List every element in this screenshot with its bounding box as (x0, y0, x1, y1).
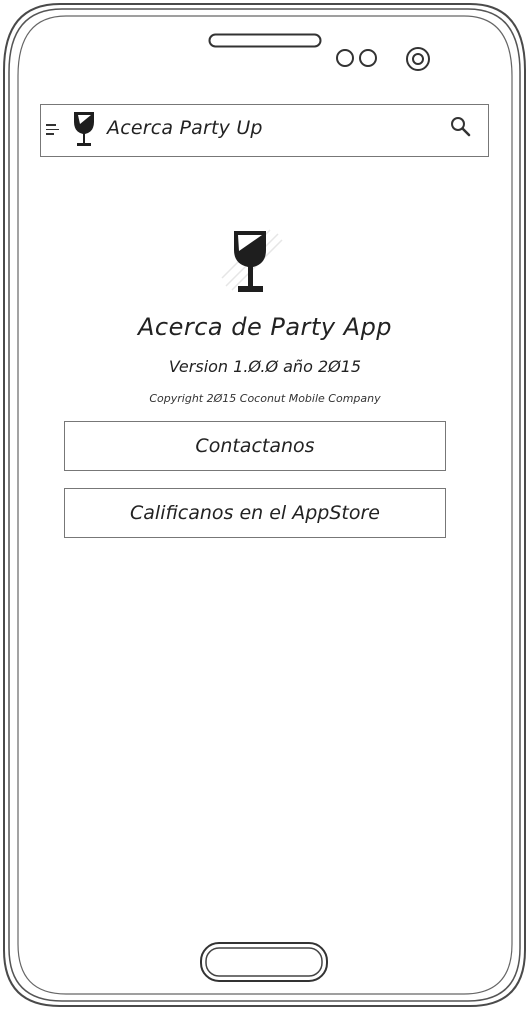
wine-glass-logo-icon (74, 112, 94, 146)
front-camera-icon (406, 47, 430, 71)
home-button[interactable] (198, 940, 330, 986)
search-icon[interactable] (450, 116, 472, 138)
wine-glass-logo-icon (221, 229, 283, 292)
app-bar-title: Acerca Party Up (107, 117, 263, 139)
version-text: Version 1.Ø.Ø año 2Ø15 (168, 357, 362, 376)
rate-appstore-button[interactable]: Calificanos en el AppStore (64, 488, 446, 538)
contact-button[interactable]: Contactanos (64, 421, 446, 471)
app-bar: Acerca Party Up (40, 104, 489, 157)
speaker-grille (208, 33, 322, 48)
front-sensor-icon (336, 49, 377, 67)
copyright-text: Copyright 2Ø15 Coconut Mobile Company (149, 392, 381, 405)
about-title: Acerca de Party App (137, 313, 393, 341)
hamburger-menu-icon[interactable] (46, 124, 60, 136)
